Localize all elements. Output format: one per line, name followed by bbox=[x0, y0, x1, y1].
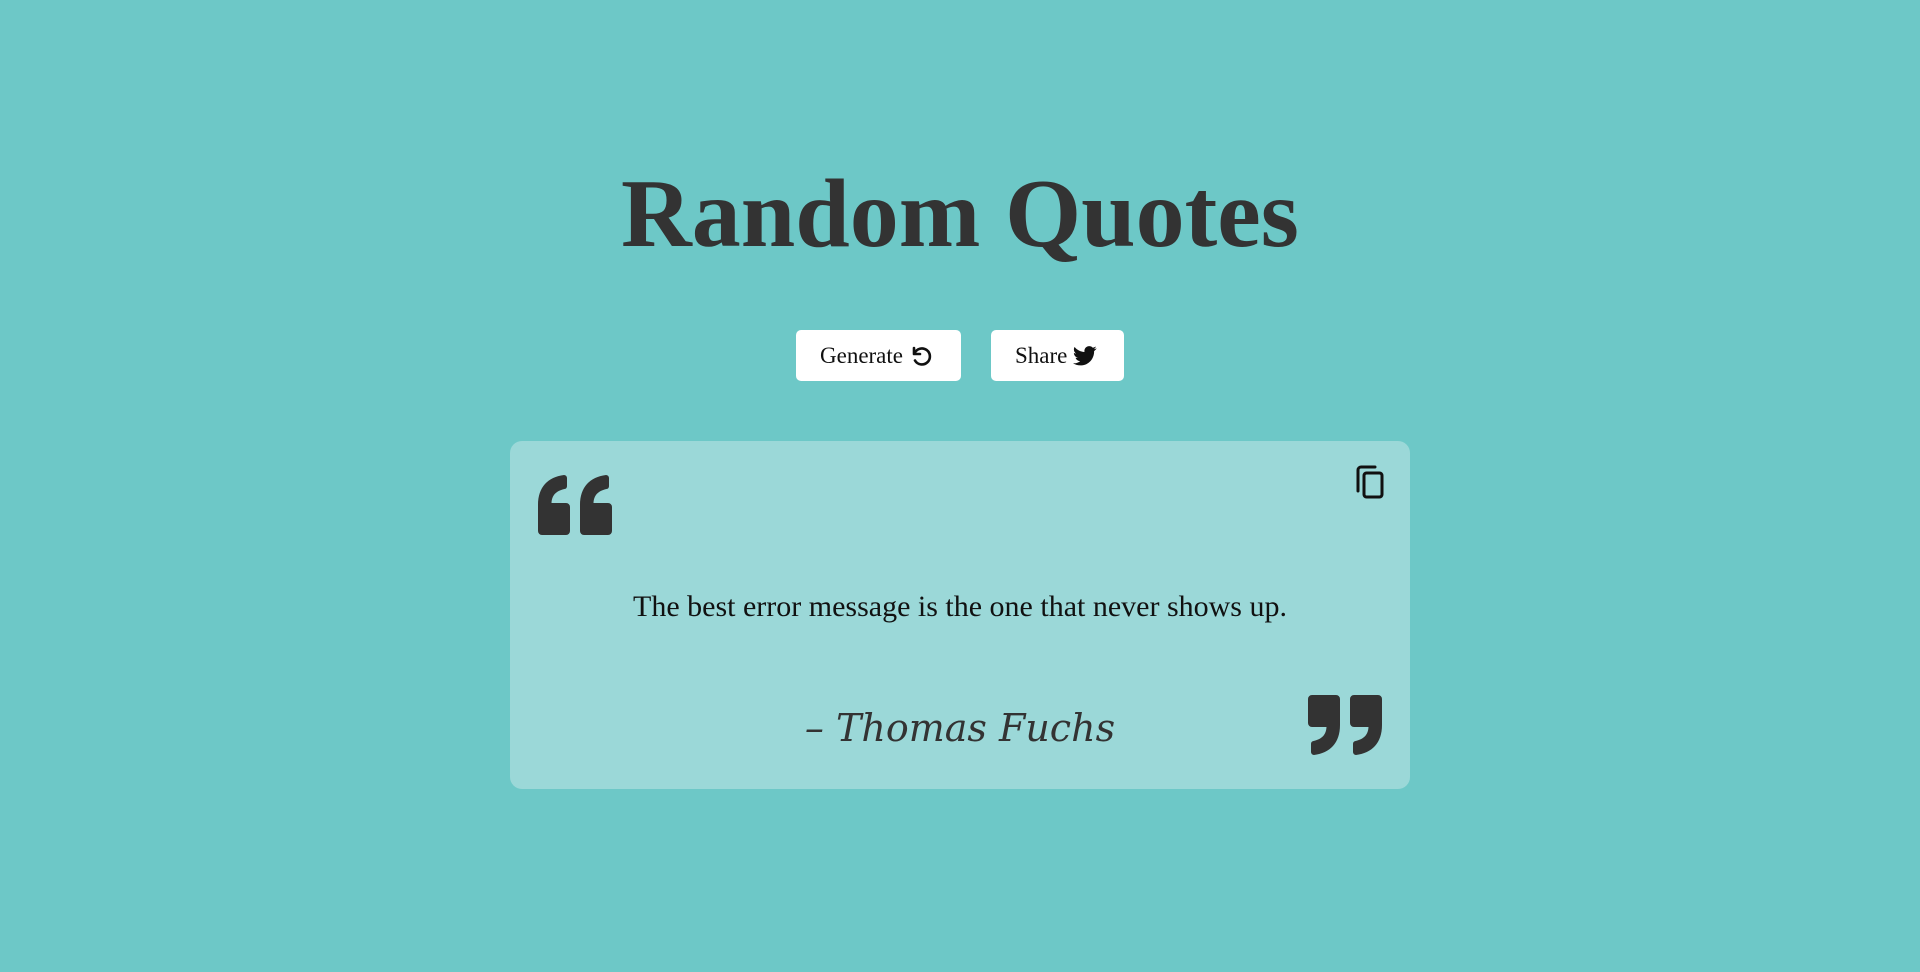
generate-button-label: Generate bbox=[820, 342, 903, 368]
action-buttons: Generate Share bbox=[0, 330, 1920, 381]
open-quote-icon bbox=[538, 475, 612, 544]
close-quote-icon bbox=[1308, 691, 1382, 760]
rotate-left-icon bbox=[909, 344, 933, 368]
quote-author: – Thomas Fuchs bbox=[804, 706, 1116, 750]
share-button-label: Share bbox=[1015, 342, 1068, 368]
copy-button[interactable] bbox=[1352, 465, 1388, 503]
quote-text: The best error message is the one that n… bbox=[633, 590, 1287, 623]
page-title: Random Quotes bbox=[621, 160, 1299, 268]
twitter-bird-icon bbox=[1073, 345, 1097, 367]
share-button[interactable]: Share bbox=[991, 330, 1124, 381]
generate-button[interactable]: Generate bbox=[796, 330, 961, 381]
quote-card: The best error message is the one that n… bbox=[510, 441, 1410, 789]
copy-icon bbox=[1355, 465, 1385, 504]
